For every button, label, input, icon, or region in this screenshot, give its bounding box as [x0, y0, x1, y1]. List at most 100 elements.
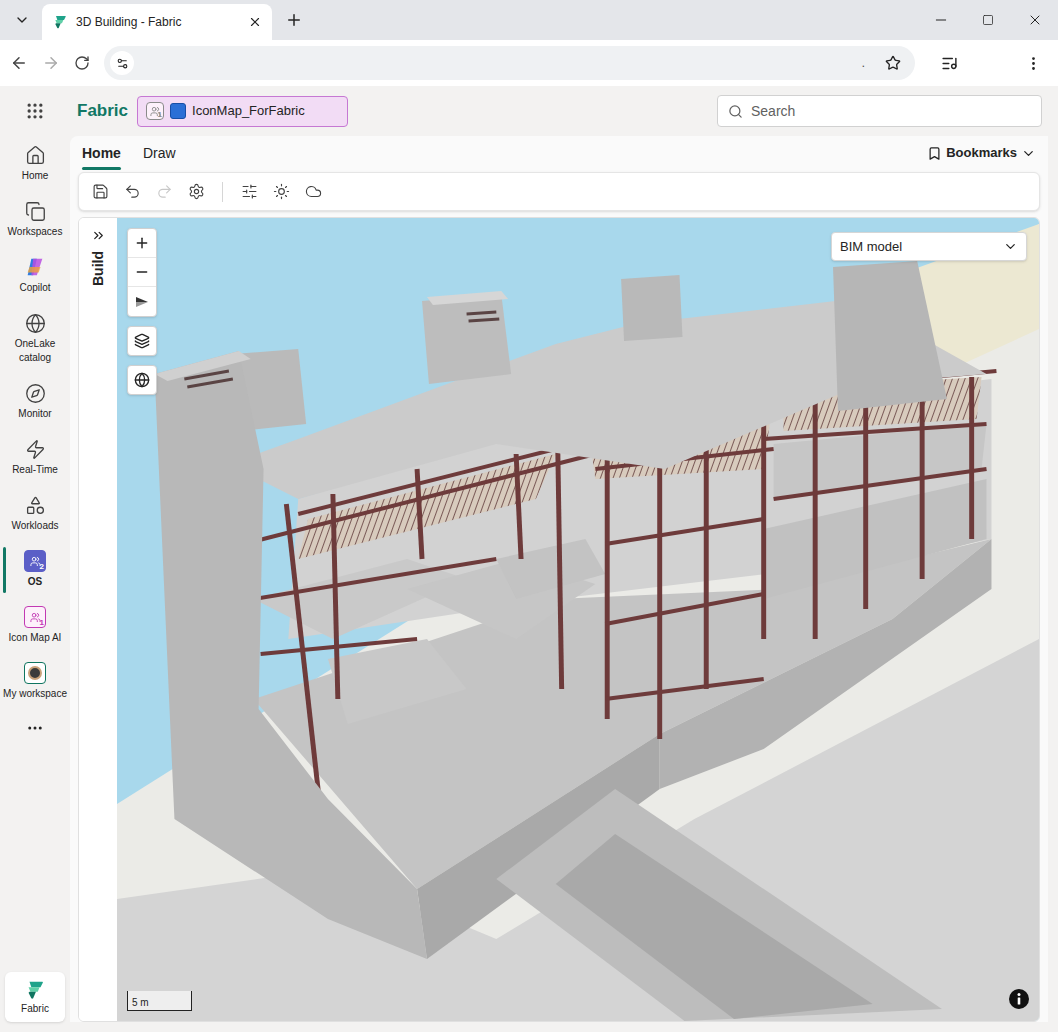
nav-item[interactable]: Home: [0, 139, 70, 195]
new-tab-button[interactable]: [280, 6, 308, 34]
undo-button[interactable]: [123, 183, 141, 201]
nav-item[interactable]: My workspace: [0, 657, 70, 713]
nav-item[interactable]: Workloads: [0, 489, 70, 545]
browser-menu-icon[interactable]: [1025, 55, 1042, 72]
layer-dropdown-value: BIM model: [840, 237, 902, 257]
layer-dropdown[interactable]: BIM model: [831, 232, 1027, 261]
build-panel[interactable]: Build: [79, 218, 117, 1021]
chevron-down-icon: [1003, 239, 1018, 254]
bim-model-render[interactable]: [117, 218, 1039, 1021]
browser-tab[interactable]: 3D Building - Fabric: [42, 4, 272, 40]
scale-bar: 5 m: [127, 991, 192, 1011]
nav-item[interactable]: Copilot: [0, 251, 70, 307]
app-name[interactable]: Fabric: [77, 98, 128, 124]
save-icon: [92, 183, 109, 200]
workspace-tile-icon: 1: [146, 102, 164, 120]
tab-title: 3D Building - Fabric: [76, 13, 240, 31]
fabric-logo-icon: [52, 14, 68, 30]
fabric-header: Fabric 1 IconMap_ForFabric Search: [0, 86, 1058, 136]
expand-panel-icon[interactable]: [91, 228, 106, 243]
tab-strip: 3D Building - Fabric: [0, 0, 1058, 40]
nav-label: Monitor: [16, 407, 53, 421]
nav-label: Icon Map AI: [7, 631, 64, 645]
globe-button[interactable]: [127, 365, 157, 395]
nav-item[interactable]: Workspaces: [0, 195, 70, 251]
weather-button[interactable]: [304, 183, 322, 201]
fabric-home-button[interactable]: Fabric: [5, 972, 65, 1022]
map-canvas[interactable]: BIM model 5 m: [117, 218, 1039, 1021]
zoom-out-button[interactable]: [128, 258, 156, 287]
footer-label: Fabric: [21, 1003, 49, 1015]
reload-icon[interactable]: [74, 55, 90, 71]
info-icon[interactable]: [1009, 989, 1029, 1009]
nav-label: Real-Time: [10, 463, 60, 477]
plus-icon: [285, 11, 303, 29]
workspace-tile-icon: 1: [24, 606, 46, 628]
ellipsis-icon: [26, 719, 44, 737]
filters-icon: [241, 183, 258, 200]
workspace-pill[interactable]: 1 IconMap_ForFabric: [137, 96, 348, 127]
window-control-icon: [933, 12, 949, 28]
tab-list-button[interactable]: [6, 4, 38, 36]
light-button[interactable]: [272, 183, 290, 201]
nav-item[interactable]: Real-Time: [0, 433, 70, 489]
zoom-in-button[interactable]: [128, 229, 156, 258]
close-tab-icon[interactable]: [248, 15, 262, 29]
nav-item[interactable]: OneLake catalog: [0, 307, 70, 377]
editor: Home Draw Bookmarks Build BIM model 5 m: [70, 136, 1048, 1022]
nav-icon: [25, 439, 46, 460]
nav-item[interactable]: Monitor: [0, 377, 70, 433]
window-control[interactable]: [1011, 0, 1058, 40]
bookmark-icon: [927, 146, 942, 161]
nav-item[interactable]: 2OS: [0, 545, 70, 601]
window-control[interactable]: [964, 0, 1011, 40]
chevron-down-icon: [14, 12, 30, 28]
workspace-name: IconMap_ForFabric: [192, 101, 311, 121]
address-row: .: [0, 40, 1058, 86]
tile-badge: 1: [40, 618, 44, 627]
nav-label: OS: [26, 575, 44, 589]
back-icon[interactable]: [10, 54, 28, 72]
compass-icon: [135, 296, 149, 308]
nav-label: My workspace: [1, 687, 69, 701]
nav-item[interactable]: 1 Icon Map AI: [0, 601, 70, 657]
media-icon[interactable]: [941, 55, 958, 72]
window-control[interactable]: [917, 0, 964, 40]
layers-icon: [134, 333, 150, 349]
nav-icon: [25, 495, 46, 516]
settings-button[interactable]: [187, 183, 205, 201]
search-field[interactable]: Search: [717, 95, 1042, 127]
search-placeholder: Search: [751, 101, 795, 122]
nav-icon: [25, 201, 46, 222]
ribbon-tab[interactable]: Draw: [143, 136, 176, 170]
app-launcher-icon[interactable]: [25, 101, 45, 121]
address-field[interactable]: .: [104, 46, 915, 80]
nav-label: Home: [20, 169, 51, 183]
nav-selected-bar: [3, 547, 6, 593]
nav-label: Copilot: [17, 281, 52, 295]
filters-button[interactable]: [240, 183, 258, 201]
plus-icon: [134, 235, 150, 251]
layers-button[interactable]: [127, 326, 157, 356]
redo-button[interactable]: [155, 183, 173, 201]
settings-icon: [188, 183, 205, 200]
toolbar: [78, 172, 1040, 211]
toolbar-separator: [222, 182, 223, 202]
undo-icon: [124, 183, 141, 200]
light-icon: [273, 183, 290, 200]
avatar-icon: [24, 662, 46, 684]
bookmarks-button[interactable]: Bookmarks: [927, 143, 1036, 163]
bookmark-star-icon[interactable]: [885, 55, 901, 71]
save-button[interactable]: [91, 183, 109, 201]
people-icon: [30, 612, 41, 623]
minus-icon: [134, 264, 150, 280]
more-nav-button[interactable]: [26, 713, 44, 743]
window-control-icon: [1027, 12, 1043, 28]
site-info-icon: [116, 57, 129, 70]
compass-button[interactable]: [128, 287, 156, 316]
globe-icon: [134, 372, 150, 388]
fabric-logo-icon: [24, 979, 46, 1001]
ribbon-tab[interactable]: Home: [82, 136, 121, 170]
redo-icon: [156, 183, 173, 200]
forward-icon[interactable]: [42, 54, 60, 72]
